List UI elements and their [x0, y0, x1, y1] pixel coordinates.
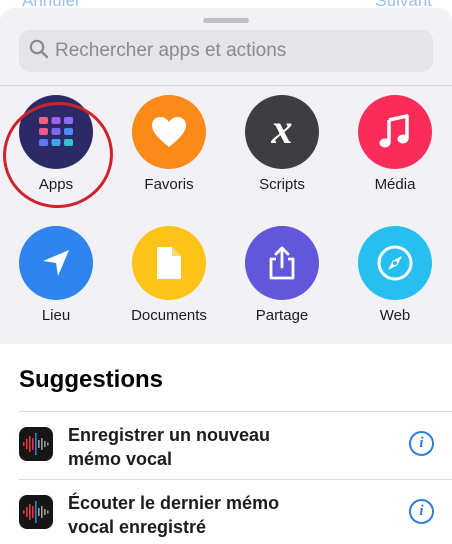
- music-note-icon: [358, 95, 432, 169]
- row-divider: [19, 411, 452, 412]
- category-label: Favoris: [144, 176, 194, 193]
- magnifier-icon: [29, 39, 49, 64]
- search-input[interactable]: [55, 40, 415, 62]
- suggestion-title: Enregistrer un nouveau mémo vocal: [68, 423, 388, 471]
- suggestions-heading: Suggestions: [19, 366, 164, 393]
- category-favoris[interactable]: Favoris: [114, 95, 224, 193]
- suggestion-line: vocal enregistré: [68, 517, 207, 537]
- document-icon: [132, 226, 206, 300]
- category-web[interactable]: Web: [340, 226, 450, 324]
- suggestion-row[interactable]: Enregistrer un nouveau mémo vocal i: [0, 411, 452, 475]
- category-label: Lieu: [41, 307, 71, 324]
- category-label: Web: [379, 307, 411, 324]
- info-icon[interactable]: i: [409, 499, 434, 524]
- voice-memos-icon: [19, 427, 53, 461]
- category-media[interactable]: Média: [340, 95, 450, 193]
- suggestion-line: Enregistrer un nouveau: [68, 425, 271, 445]
- info-icon[interactable]: i: [409, 431, 434, 456]
- share-icon: [245, 226, 319, 300]
- category-documents[interactable]: Documents: [114, 226, 224, 324]
- x-variable-icon: x: [245, 95, 319, 169]
- row-divider: [19, 479, 452, 480]
- category-label: Média: [374, 176, 416, 193]
- category-label: Scripts: [259, 176, 305, 193]
- suggestion-title: Écouter le dernier mémo vocal enregistré: [68, 491, 388, 539]
- sheet-grabber[interactable]: [203, 18, 249, 23]
- suggestion-line: Écouter le dernier mémo: [68, 493, 280, 513]
- suggestions-panel: Suggestions Enregistrer un nouveau mémo …: [0, 344, 452, 544]
- suggestion-row[interactable]: Écouter le dernier mémo vocal enregistré…: [0, 479, 452, 543]
- search-bar[interactable]: [19, 30, 433, 72]
- category-lieu[interactable]: Lieu: [1, 226, 111, 324]
- search-divider: [0, 85, 452, 86]
- heart-icon: [132, 95, 206, 169]
- voice-memos-icon: [19, 495, 53, 529]
- category-partage[interactable]: Partage: [227, 226, 337, 324]
- location-arrow-icon: [19, 226, 93, 300]
- compass-icon: [358, 226, 432, 300]
- category-label: Partage: [255, 307, 309, 324]
- category-apps[interactable]: Apps: [1, 95, 111, 193]
- category-label: Apps: [38, 176, 74, 193]
- app-grid-icon: [19, 95, 93, 169]
- add-action-sheet: Apps Favoris x Scripts: [0, 8, 452, 544]
- category-scripts[interactable]: x Scripts: [227, 95, 337, 193]
- suggestion-line: mémo vocal: [68, 449, 173, 469]
- category-label: Documents: [131, 307, 207, 324]
